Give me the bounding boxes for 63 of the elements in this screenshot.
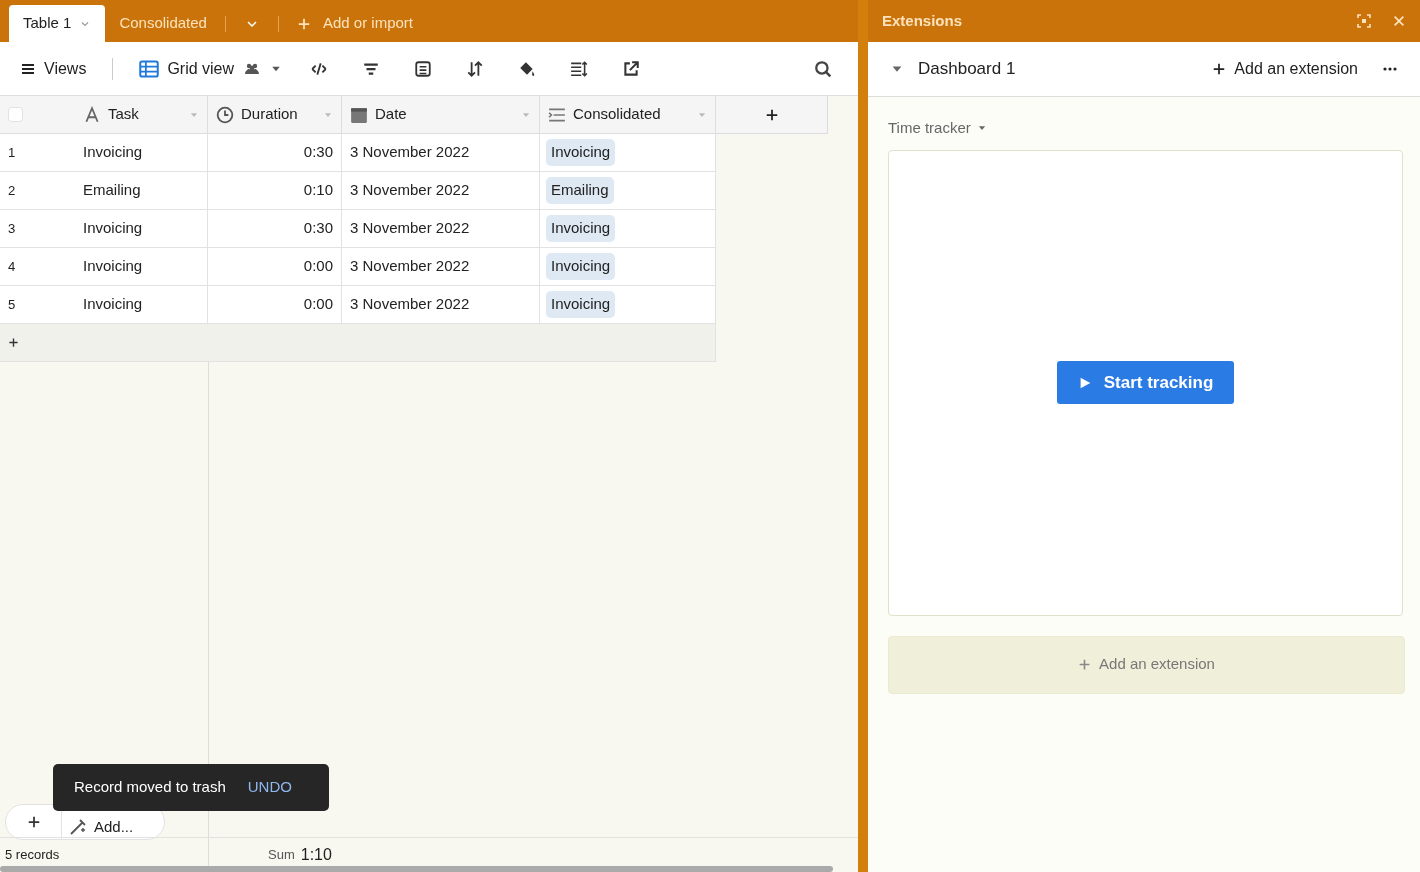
tag: Emailing [546, 177, 614, 204]
start-tracking-button[interactable]: Start tracking [1057, 361, 1234, 404]
table-tab[interactable]: Table 1 [9, 5, 106, 42]
table-cell: 0:00 [208, 248, 342, 286]
tag: Invoicing [546, 215, 616, 242]
views-button[interactable]: Views [12, 50, 95, 87]
plus-icon [1078, 658, 1092, 671]
row-number: 3 [8, 219, 16, 238]
panel-title: Extensions [882, 10, 964, 31]
table-cell: 3 November 2022 [342, 172, 540, 210]
dashboard-selector[interactable]: Dashboard 1 [890, 56, 1016, 82]
grid-view-button[interactable]: Grid view [131, 50, 291, 87]
row-number: 4 [8, 257, 16, 276]
sum-label: Sum [268, 846, 295, 865]
magic-wand-icon [70, 819, 86, 835]
row-number: 1 [8, 143, 16, 162]
table-cell: 3 November 2022 [342, 248, 540, 286]
share-icon[interactable] [622, 59, 641, 78]
widget-title-dropdown[interactable]: Time tracker [868, 97, 987, 150]
group-icon[interactable] [414, 59, 433, 78]
table-cell: Invoicing [75, 248, 208, 286]
clock-icon [216, 105, 234, 124]
plus-icon [296, 16, 311, 31]
search-icon[interactable] [814, 59, 832, 78]
row-number: 5 [8, 295, 16, 314]
record-count: 5 records [4, 846, 61, 865]
table-cell: Invoicing [75, 134, 208, 172]
fullscreen-icon[interactable] [1356, 13, 1372, 29]
table-cell: 3 November 2022 [342, 210, 540, 248]
column-header[interactable]: Task [75, 96, 208, 134]
undo-button[interactable]: UNDO [247, 776, 292, 799]
add-column-icon[interactable] [764, 107, 779, 122]
add-extension-button[interactable]: Add an extension [1204, 51, 1366, 87]
row-height-icon[interactable] [570, 59, 589, 78]
close-icon[interactable] [1392, 14, 1406, 28]
plus-icon [27, 815, 41, 829]
table-cell: Invoicing [75, 286, 208, 324]
text-field-icon [83, 105, 101, 124]
add-extension-button[interactable]: Add an extension [888, 635, 1405, 694]
sum-value: 1:10 [300, 845, 332, 865]
add-row-icon[interactable] [8, 337, 19, 348]
tag: Invoicing [546, 139, 616, 166]
column-header[interactable]: Date [342, 96, 540, 134]
table-cell: 3 November 2022 [342, 134, 540, 172]
select-all-checkbox[interactable] [8, 107, 23, 122]
table-cell: 0:30 [208, 210, 342, 248]
table-cell: 0:00 [208, 286, 342, 324]
column-header[interactable]: Duration [208, 96, 342, 134]
plus-icon [1212, 62, 1227, 76]
row-number: 2 [8, 181, 16, 200]
calendar-icon [350, 105, 368, 124]
toast-message: Record moved to trash [74, 777, 226, 798]
tag: Invoicing [546, 291, 616, 318]
sort-icon[interactable] [466, 59, 485, 78]
table-cell: Emailing [75, 172, 208, 210]
table-cell: 0:10 [208, 172, 342, 210]
table-cell: 0:30 [208, 134, 342, 172]
tag: Invoicing [546, 253, 616, 280]
scrollbar[interactable] [0, 866, 833, 872]
table-cell: Invoicing [75, 210, 208, 248]
table-cell: 3 November 2022 [342, 286, 540, 324]
grid-icon [139, 58, 160, 79]
column-header[interactable]: Consolidated [540, 96, 716, 134]
